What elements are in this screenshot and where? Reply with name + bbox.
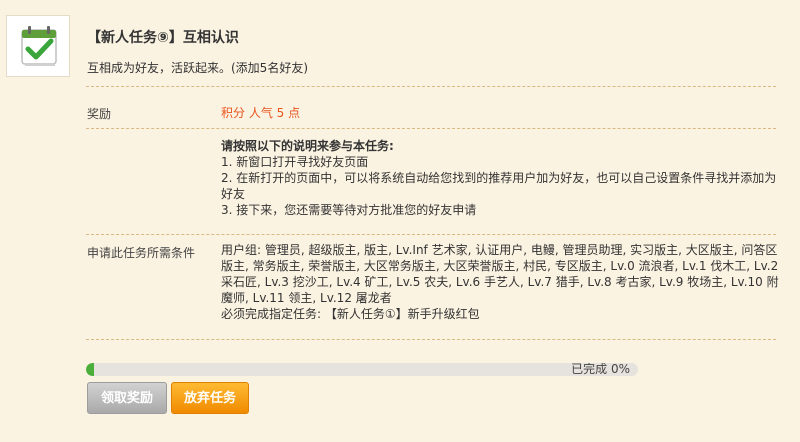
- task-title: 【新人任务⑨】互相认识: [87, 30, 239, 46]
- abandon-task-button[interactable]: 放弃任务: [171, 382, 249, 414]
- progress-text: 已完成 0%: [571, 363, 630, 376]
- instruction-step-3: 3. 接下来，您还需要等待对方批准您的好友申请: [221, 203, 477, 217]
- divider: [86, 234, 776, 235]
- calendar-check-icon: [21, 26, 57, 66]
- instructions-heading: 请按照以下的说明来参与本任务:: [221, 139, 394, 153]
- conditions-label: 申请此任务所需条件: [87, 246, 196, 260]
- task-description: 互相成为好友，活跃起来。(添加5名好友): [87, 61, 308, 75]
- divider: [86, 86, 776, 87]
- conditions: 用户组: 管理员, 超级版主, 版主, Lv.Inf 艺术家, 认证用户, 电鳗…: [221, 242, 781, 322]
- instruction-step-1: 1. 新窗口打开寻找好友页面: [221, 155, 369, 169]
- instructions: 请按照以下的说明来参与本任务: 1. 新窗口打开寻找好友页面 2. 在新打开的页…: [221, 138, 781, 218]
- prerequisite-task: 必须完成指定任务: 【新人任务①】新手升级红包: [221, 307, 480, 321]
- progress-bar: 已完成 0%: [86, 363, 638, 376]
- user-groups: 用户组: 管理员, 超级版主, 版主, Lv.Inf 艺术家, 认证用户, 电鳗…: [221, 243, 779, 305]
- divider: [86, 339, 776, 340]
- reward-value: 积分 人气 5 点: [221, 106, 301, 120]
- reward-label: 奖励: [87, 107, 112, 121]
- instruction-step-2: 2. 在新打开的页面中，可以将系统自动给您找到的推荐用户加为好友，也可以自己设置…: [221, 171, 777, 201]
- progress-fill: [86, 363, 94, 376]
- divider: [86, 128, 776, 129]
- task-icon: [6, 15, 70, 77]
- claim-reward-button[interactable]: 领取奖励: [87, 382, 167, 414]
